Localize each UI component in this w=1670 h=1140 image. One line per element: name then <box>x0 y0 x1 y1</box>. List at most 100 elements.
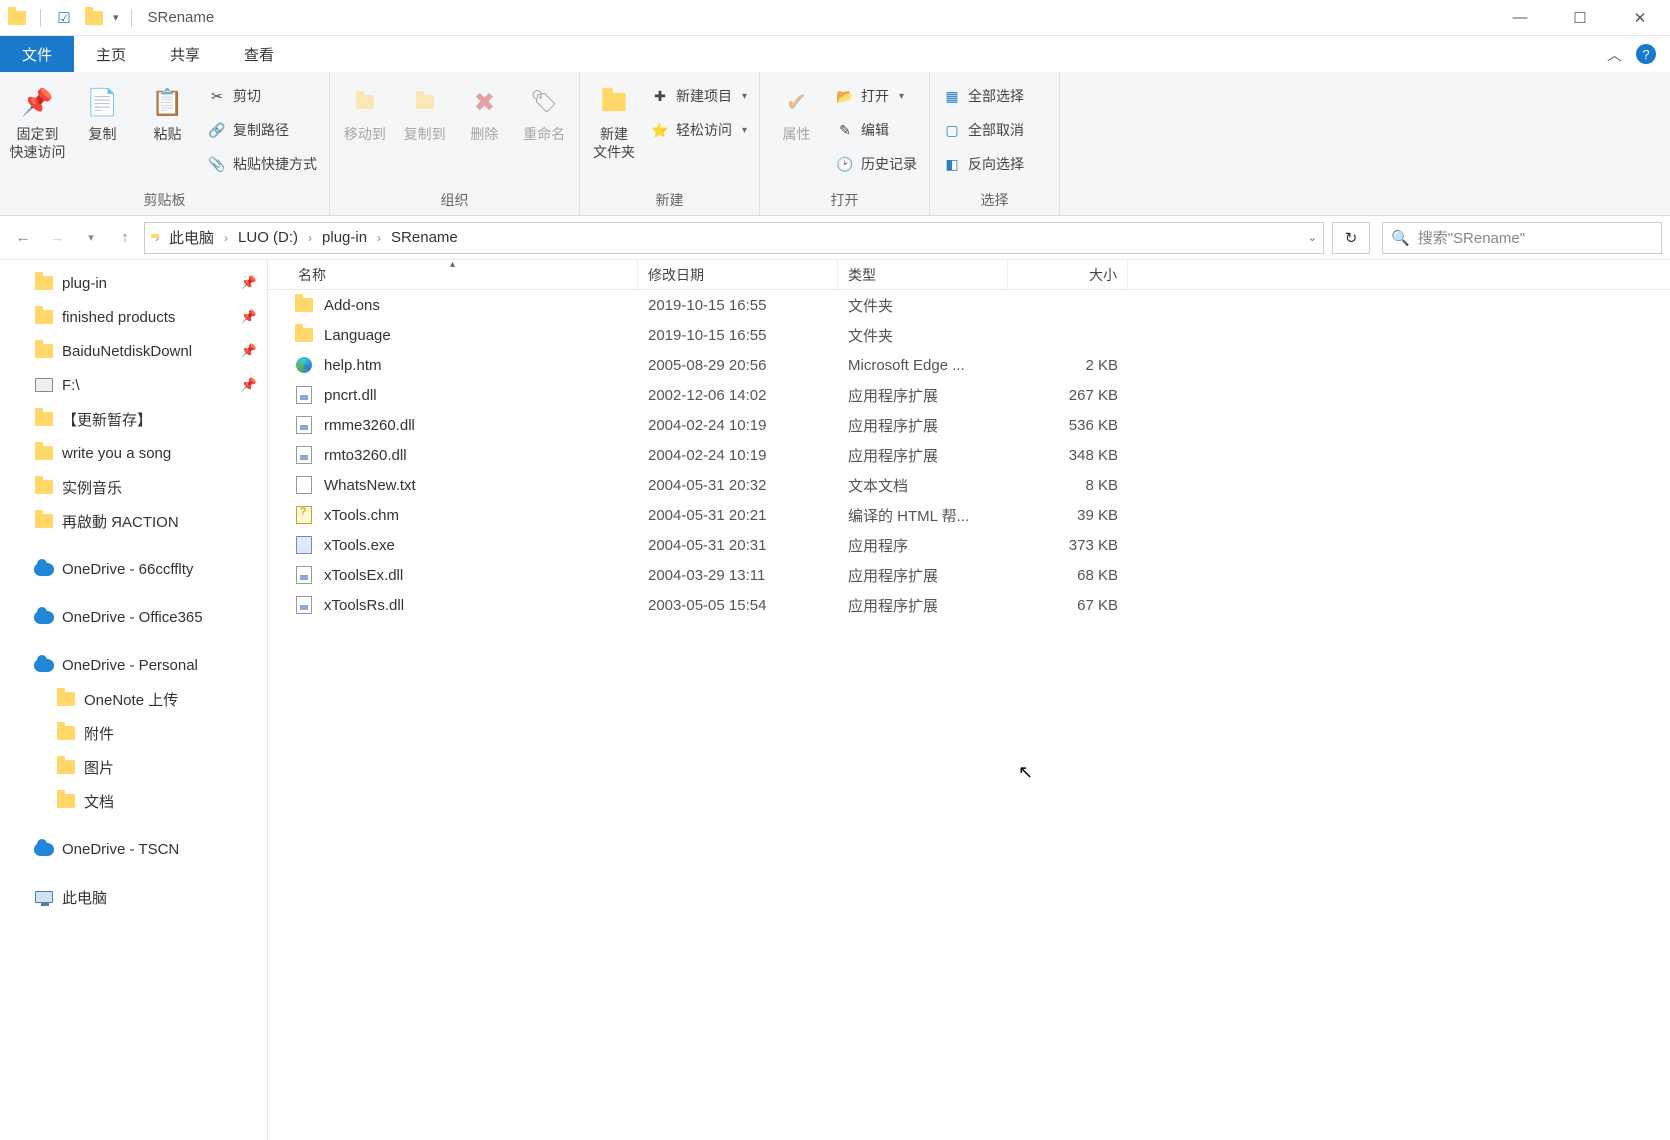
column-headers: 名称▴ 修改日期 类型 大小 <box>268 260 1670 290</box>
copyto-button[interactable]: 复制到 <box>398 78 452 144</box>
sidebar-item-label: OneDrive - Office365 <box>62 609 203 626</box>
delete-button[interactable]: ✖ 删除 <box>458 78 512 144</box>
file-type: Microsoft Edge ... <box>838 357 1008 374</box>
sidebar-item[interactable]: 实例音乐 <box>0 470 267 504</box>
sidebar-item[interactable]: 附件 <box>0 716 267 750</box>
open-button[interactable]: 📂打开▾ <box>831 82 921 110</box>
paste-button[interactable]: 📋 粘贴 <box>138 78 197 144</box>
chevron-right-icon[interactable]: › <box>377 231 381 245</box>
col-type[interactable]: 类型 <box>838 260 1008 289</box>
refresh-button[interactable]: ↻ <box>1332 222 1370 254</box>
crumb-1[interactable]: LUO (D:) <box>232 229 304 246</box>
copy-path-button[interactable]: 🔗复制路径 <box>203 116 321 144</box>
file-size: 267 KB <box>1008 387 1128 404</box>
file-row[interactable]: help.htm2005-08-29 20:56Microsoft Edge .… <box>268 350 1670 380</box>
sidebar-item-label: F:\ <box>62 377 80 394</box>
sidebar-item[interactable]: BaiduNetdiskDownl📌 <box>0 334 267 368</box>
file-size: 39 KB <box>1008 507 1128 524</box>
rename-button[interactable]: 🏷 重命名 <box>517 78 571 144</box>
breadcrumb[interactable]: › 此电脑 › LUO (D:) › plug-in › SRename ⌄ <box>144 222 1324 254</box>
tab-view[interactable]: 查看 <box>222 36 296 72</box>
file-row[interactable]: xToolsEx.dll2004-03-29 13:11应用程序扩展68 KB <box>268 560 1670 590</box>
history-button[interactable]: 🕑历史记录 <box>831 150 921 178</box>
onedrive-icon <box>34 607 54 627</box>
pin-icon: 📌 <box>241 377 257 393</box>
new-item-button[interactable]: ✚新建项目▾ <box>646 82 751 110</box>
sidebar[interactable]: plug-in📌finished products📌BaiduNetdiskDo… <box>0 260 268 1140</box>
crumb-3[interactable]: SRename <box>385 229 464 246</box>
file-row[interactable]: Add-ons2019-10-15 16:55文件夹 <box>268 290 1670 320</box>
qat-properties-icon[interactable]: ☑ <box>53 7 75 29</box>
col-size[interactable]: 大小 <box>1008 260 1128 289</box>
file-type: 文件夹 <box>838 325 1008 346</box>
qat-folder-icon[interactable] <box>83 7 105 29</box>
sidebar-item[interactable]: 图片 <box>0 750 267 784</box>
sidebar-item[interactable]: write you a song <box>0 436 267 470</box>
back-button[interactable]: ← <box>8 223 38 253</box>
select-none-button[interactable]: ▢全部取消 <box>938 116 1028 144</box>
qat-dropdown-icon[interactable]: ▾ <box>113 11 119 24</box>
crumb-2[interactable]: plug-in <box>316 229 373 246</box>
file-row[interactable]: xTools.chm2004-05-31 20:21编译的 HTML 帮...3… <box>268 500 1670 530</box>
sidebar-item[interactable]: finished products📌 <box>0 300 267 334</box>
col-date[interactable]: 修改日期 <box>638 260 838 289</box>
file-row[interactable]: WhatsNew.txt2004-05-31 20:32文本文档8 KB <box>268 470 1670 500</box>
tab-home[interactable]: 主页 <box>74 36 148 72</box>
sidebar-item[interactable]: OneDrive - 66ccfflty <box>0 552 267 586</box>
cut-button[interactable]: ✂剪切 <box>203 82 321 110</box>
chevron-right-icon[interactable]: › <box>224 231 228 245</box>
sidebar-item[interactable]: 再啟動 ЯACTION <box>0 504 267 538</box>
search-input[interactable]: 🔍 搜索"SRename" <box>1382 222 1662 254</box>
tab-file[interactable]: 文件 <box>0 36 74 72</box>
folder-icon <box>294 295 314 315</box>
recent-dropdown[interactable]: ▾ <box>76 223 106 253</box>
forward-button[interactable]: → <box>42 223 72 253</box>
file-row[interactable]: rmme3260.dll2004-02-24 10:19应用程序扩展536 KB <box>268 410 1670 440</box>
chevron-right-icon[interactable]: › <box>308 231 312 245</box>
close-button[interactable]: ✕ <box>1610 0 1670 36</box>
sidebar-item[interactable]: 文档 <box>0 784 267 818</box>
file-row[interactable]: pncrt.dll2002-12-06 14:02应用程序扩展267 KB <box>268 380 1670 410</box>
sidebar-item[interactable]: OneDrive - Personal <box>0 648 267 682</box>
sidebar-item[interactable]: plug-in📌 <box>0 266 267 300</box>
sidebar-item[interactable]: F:\ 📌 <box>0 368 267 402</box>
copy-button[interactable]: 📄 复制 <box>73 78 132 144</box>
file-row[interactable]: rmto3260.dll2004-02-24 10:19应用程序扩展348 KB <box>268 440 1670 470</box>
file-list[interactable]: Add-ons2019-10-15 16:55文件夹Language2019-1… <box>268 290 1670 1140</box>
crumb-0[interactable]: 此电脑 <box>163 227 220 248</box>
sidebar-item[interactable]: OneDrive - TSCN <box>0 832 267 866</box>
file-row[interactable]: Language2019-10-15 16:55文件夹 <box>268 320 1670 350</box>
breadcrumb-dropdown-icon[interactable]: ⌄ <box>1308 231 1317 244</box>
up-button[interactable]: ↑ <box>110 223 140 253</box>
ribbon: 📌 固定到 快速访问 📄 复制 📋 粘贴 ✂剪切 🔗复制路径 📎粘贴快捷方式 剪… <box>0 72 1670 216</box>
chevron-right-icon[interactable]: › <box>155 231 159 245</box>
pin-quickaccess-button[interactable]: 📌 固定到 快速访问 <box>8 78 67 161</box>
ribbon-collapse-icon[interactable]: ︿ <box>1607 44 1622 65</box>
sidebar-item[interactable]: OneDrive - Office365 <box>0 600 267 634</box>
file-row[interactable]: xTools.exe2004-05-31 20:31应用程序373 KB <box>268 530 1670 560</box>
newfolder-icon <box>594 82 634 122</box>
file-row[interactable]: xToolsRs.dll2003-05-05 15:54应用程序扩展67 KB <box>268 590 1670 620</box>
file-date: 2003-05-05 15:54 <box>638 597 838 614</box>
properties-button[interactable]: ✔ 属性 <box>768 78 825 144</box>
onedrive-icon <box>34 559 54 579</box>
paste-shortcut-button[interactable]: 📎粘贴快捷方式 <box>203 150 321 178</box>
folder-icon <box>56 791 76 811</box>
copypath-icon: 🔗 <box>207 120 227 140</box>
select-all-button[interactable]: ▦全部选择 <box>938 82 1028 110</box>
edit-button[interactable]: ✎编辑 <box>831 116 921 144</box>
sidebar-item[interactable]: OneNote 上传 <box>0 682 267 716</box>
maximize-button[interactable]: ☐ <box>1550 0 1610 36</box>
invert-selection-button[interactable]: ◧反向选择 <box>938 150 1028 178</box>
sidebar-item-label: OneDrive - TSCN <box>62 841 179 858</box>
easy-access-button[interactable]: ⭐轻松访问▾ <box>646 116 751 144</box>
sidebar-item[interactable]: 【更新暂存】 <box>0 402 267 436</box>
file-type: 应用程序扩展 <box>838 385 1008 406</box>
col-name[interactable]: 名称▴ <box>268 260 638 289</box>
help-icon[interactable]: ? <box>1636 44 1656 64</box>
tab-share[interactable]: 共享 <box>148 36 222 72</box>
sidebar-item[interactable]: 此电脑 <box>0 880 267 914</box>
new-folder-button[interactable]: 新建 文件夹 <box>588 78 640 161</box>
minimize-button[interactable]: — <box>1490 0 1550 36</box>
moveto-button[interactable]: 移动到 <box>338 78 392 144</box>
